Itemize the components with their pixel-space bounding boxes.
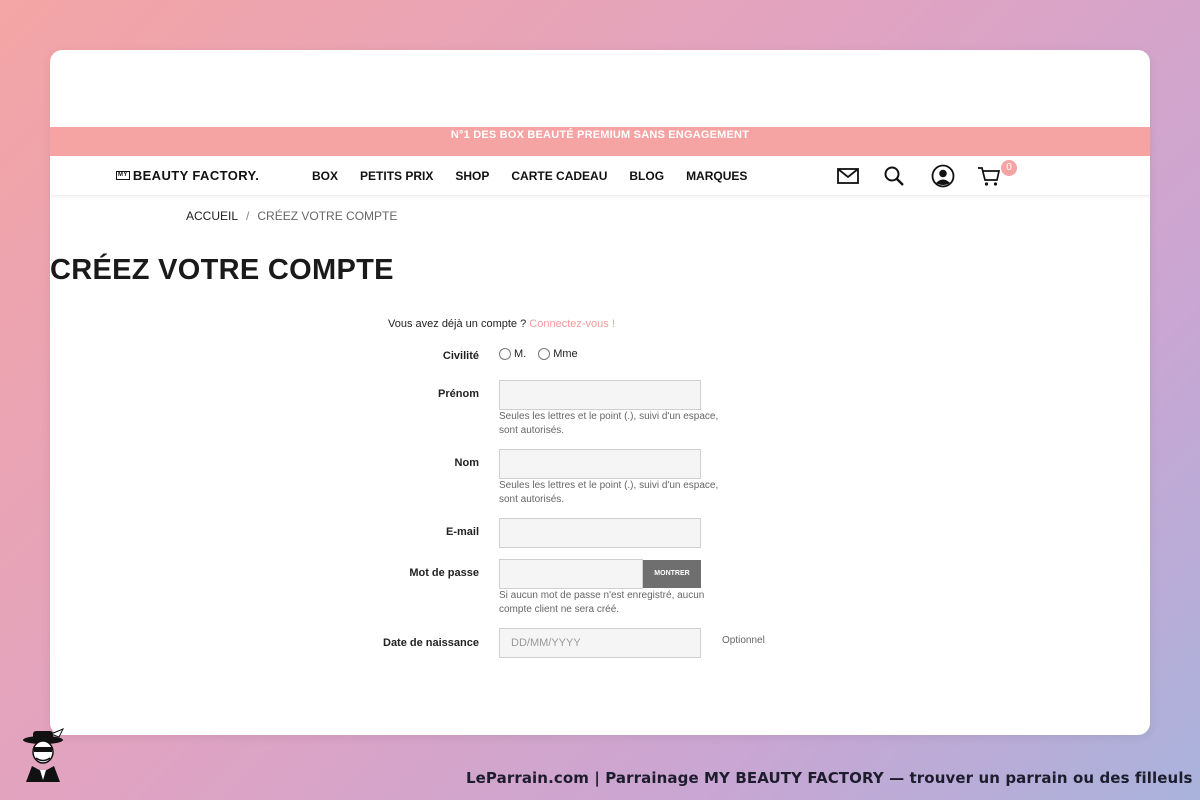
menu-item-shop[interactable]: SHOP	[455, 169, 489, 183]
breadcrumb-current: CRÉEZ VOTRE COMPTE	[257, 209, 398, 223]
login-prompt: Vous avez déjà un compte ?	[388, 318, 527, 330]
email-label: E-mail	[445, 526, 479, 538]
browser-page: N°1 DES BOX BEAUTÉ PREMIUM SANS ENGAGEME…	[50, 50, 1150, 735]
cart-count-badge: 0	[1001, 160, 1017, 176]
show-password-button[interactable]: MONTRER	[643, 560, 701, 588]
birthdate-optional-note: Optionnel	[722, 635, 765, 646]
civility-mr-label: M.	[514, 348, 527, 360]
civility-radio-group: M. Mme	[499, 348, 578, 360]
password-input[interactable]	[499, 559, 643, 589]
lastname-label: Nom	[454, 457, 479, 469]
footer-caption: LeParrain.com | Parrainage MY BEAUTY FAC…	[466, 769, 1193, 787]
menu-item-carte-cadeau[interactable]: CARTE CADEAU	[511, 169, 607, 183]
birthdate-input[interactable]: DD/MM/YYYY	[499, 628, 701, 658]
email-input[interactable]	[499, 518, 701, 548]
mail-icon[interactable]	[836, 164, 860, 188]
promo-banner: N°1 DES BOX BEAUTÉ PREMIUM SANS ENGAGEME…	[50, 127, 1150, 156]
leparrain-mascot-logo	[18, 728, 68, 782]
search-icon[interactable]	[882, 164, 906, 188]
radio-circle-icon	[538, 348, 551, 360]
promo-text: N°1 DES BOX BEAUTÉ PREMIUM SANS ENGAGEME…	[450, 129, 750, 141]
password-label: Mot de passe	[409, 567, 479, 579]
firstname-help: Seules les lettres et le point (.), suiv…	[499, 411, 719, 436]
logo-prefix: MY	[116, 171, 130, 180]
brand-logo[interactable]: MY BEAUTY FACTORY.	[116, 168, 259, 183]
civility-label: Civilité	[442, 350, 479, 362]
main-navigation: MY BEAUTY FACTORY. BOX PETITS PRIX SHOP …	[50, 156, 1150, 196]
menu-item-petits-prix[interactable]: PETITS PRIX	[360, 169, 433, 183]
menu-bar: BOX PETITS PRIX SHOP CARTE CADEAU BLOG M…	[312, 169, 769, 183]
breadcrumb: ACCUEIL / CRÉEZ VOTRE COMPTE	[186, 209, 397, 223]
login-link[interactable]: Connectez-vous !	[529, 318, 615, 330]
civility-mrs-radio[interactable]: Mme	[538, 348, 578, 360]
menu-item-blog[interactable]: BLOG	[629, 169, 664, 183]
civility-mr-radio[interactable]: M.	[499, 348, 526, 360]
account-icon[interactable]	[931, 164, 955, 188]
cart-icon[interactable]	[977, 164, 1001, 188]
radio-circle-icon	[499, 348, 511, 360]
firstname-label: Prénom	[438, 388, 479, 400]
password-help: Si aucun mot de passe n'est enregistré, …	[499, 590, 705, 615]
firstname-input[interactable]	[499, 380, 701, 410]
menu-item-box[interactable]: BOX	[312, 169, 338, 183]
menu-item-marques[interactable]: MARQUES	[686, 169, 747, 183]
login-prompt-line: Vous avez déjà un compte ? Connectez-vou…	[388, 318, 615, 330]
breadcrumb-home[interactable]: ACCUEIL	[186, 209, 238, 223]
birthdate-label: Date de naissance	[383, 637, 479, 649]
lastname-help: Seules les lettres et le point (.), suiv…	[499, 480, 719, 505]
breadcrumb-separator: /	[246, 209, 250, 223]
lastname-input[interactable]	[499, 449, 701, 479]
page-title: CRÉEZ VOTRE COMPTE	[50, 254, 394, 286]
civility-mrs-label: Mme	[553, 348, 578, 360]
logo-text: BEAUTY FACTORY.	[132, 168, 260, 183]
